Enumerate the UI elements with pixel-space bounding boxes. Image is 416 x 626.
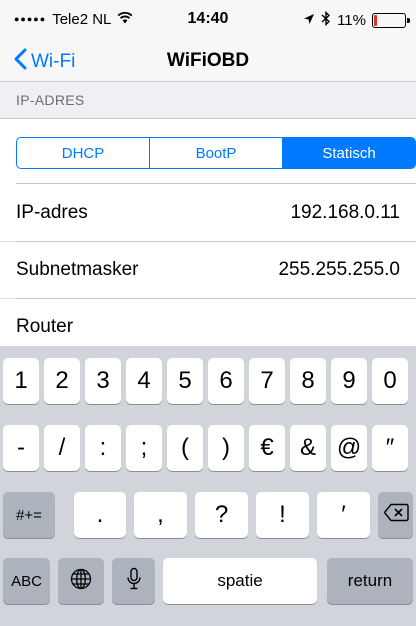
row-label: Subnetmasker (16, 259, 139, 280)
key-ampersand[interactable]: & (290, 425, 326, 471)
key-3[interactable]: 3 (85, 358, 121, 404)
ip-settings-list: IP-adres 192.168.0.11 Subnetmasker 255.2… (0, 183, 416, 355)
key-9[interactable]: 9 (331, 358, 367, 404)
section-header: IP-ADRES (16, 92, 85, 108)
location-arrow-icon (303, 12, 315, 29)
segment-statisch[interactable]: Statisch (283, 138, 415, 168)
return-key[interactable]: return (327, 558, 413, 604)
battery-percent: 11% (337, 12, 366, 29)
microphone-button[interactable] (112, 558, 155, 604)
key-8[interactable]: 8 (290, 358, 326, 404)
segment-dhcp[interactable]: DHCP (17, 138, 150, 168)
key-2[interactable]: 2 (44, 358, 80, 404)
globe-icon (70, 568, 92, 595)
key-apostrophe[interactable]: ′ (317, 492, 370, 538)
key-comma[interactable]: , (134, 492, 187, 538)
bluetooth-icon (321, 10, 331, 30)
ip-address-row[interactable]: IP-adres 192.168.0.11 (0, 183, 416, 241)
key-abc[interactable]: ABC (3, 558, 50, 604)
key-exclamation[interactable]: ! (256, 492, 309, 538)
globe-button[interactable] (58, 558, 104, 604)
key-more-symbols[interactable]: #+= (3, 492, 55, 538)
key-close-paren[interactable]: ) (208, 425, 244, 471)
segmented-control-cell: DHCP BootP Statisch (0, 118, 416, 184)
battery-level (374, 15, 377, 26)
key-5[interactable]: 5 (167, 358, 203, 404)
navigation-bar: Wi-Fi WiFiOBD (0, 40, 416, 82)
subnet-mask-value[interactable]: 255.255.255.0 (278, 259, 400, 281)
microphone-icon (126, 567, 142, 596)
ip-address-value[interactable]: 192.168.0.11 (290, 202, 400, 224)
key-euro[interactable]: € (249, 425, 285, 471)
space-bar[interactable]: spatie (163, 558, 317, 604)
key-0[interactable]: 0 (372, 358, 408, 404)
key-period[interactable]: . (74, 492, 126, 538)
key-question[interactable]: ? (195, 492, 248, 538)
key-6[interactable]: 6 (208, 358, 244, 404)
key-slash[interactable]: / (44, 425, 80, 471)
row-label: IP-adres (16, 201, 88, 223)
page-title: WiFiOBD (166, 50, 250, 71)
backspace-button[interactable] (378, 492, 413, 538)
status-bar: ●●●●● Tele2 NL 14:40 11% (0, 0, 416, 40)
key-1[interactable]: 1 (3, 358, 39, 404)
row-label: Router (16, 316, 74, 337)
key-semicolon[interactable]: ; (126, 425, 162, 471)
segment-bootp[interactable]: BootP (150, 138, 283, 168)
key-double-quote[interactable]: ″ (372, 425, 408, 471)
status-right: 11% (303, 10, 410, 30)
key-colon[interactable]: : (85, 425, 121, 471)
key-at[interactable]: @ (331, 425, 367, 471)
ip-mode-segmented-control: DHCP BootP Statisch (16, 137, 416, 169)
key-7[interactable]: 7 (249, 358, 285, 404)
battery-tip (407, 18, 410, 23)
key-hyphen[interactable]: - (3, 425, 39, 471)
subnet-mask-row[interactable]: Subnetmasker 255.255.255.0 (0, 241, 416, 298)
numeric-keyboard: 1 2 3 4 5 6 7 8 9 0 - / : ; ( ) € & @ ″ … (0, 346, 416, 626)
key-4[interactable]: 4 (126, 358, 162, 404)
battery-icon (372, 13, 410, 28)
key-open-paren[interactable]: ( (167, 425, 203, 471)
backspace-icon (383, 503, 409, 527)
